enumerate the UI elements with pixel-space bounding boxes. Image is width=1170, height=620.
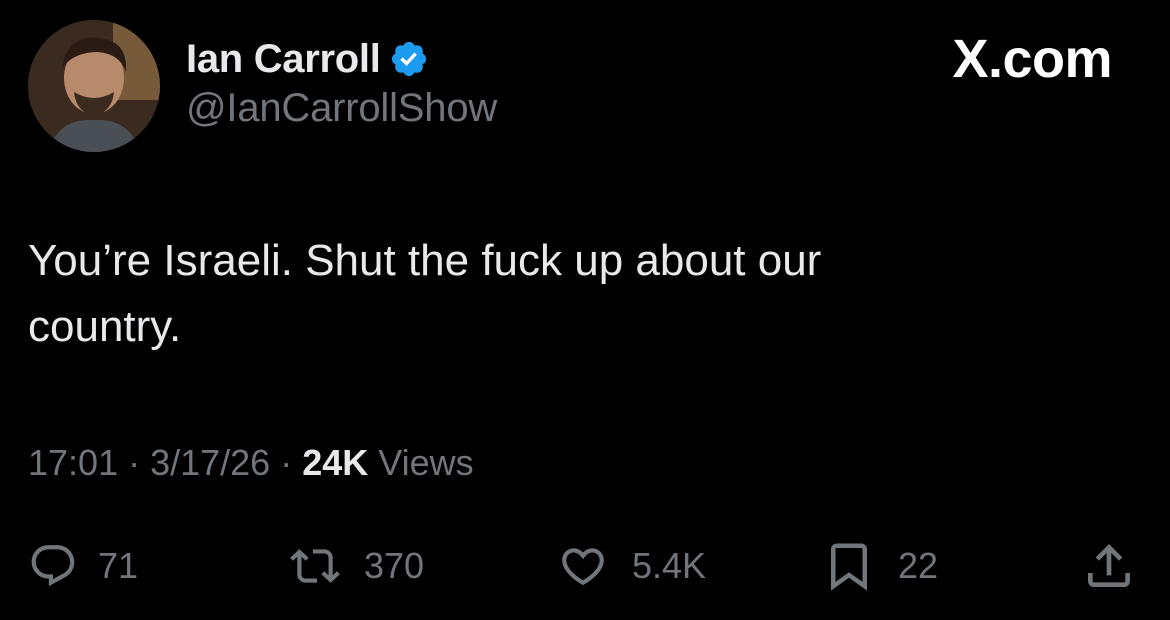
bookmark-icon [831, 543, 867, 591]
tweet-date[interactable]: 3/17/26 [150, 442, 270, 484]
reply-count: 71 [98, 545, 139, 586]
tweet-actions: 71 370 5.4K 22 [0, 534, 1170, 598]
repost-count: 370 [364, 545, 425, 586]
like-count: 5.4K [632, 545, 707, 586]
author-display-name[interactable]: Ian Carroll [186, 37, 381, 82]
views-label: Views [378, 442, 474, 483]
heart-icon [562, 548, 604, 586]
avatar-photo [28, 20, 160, 152]
avatar[interactable] [28, 20, 160, 152]
reply-icon [31, 545, 75, 587]
meta-separator: · [128, 442, 141, 483]
brand-logo: X.com [952, 29, 1112, 89]
views-count: 24K [302, 442, 369, 483]
reply-button[interactable]: 71 [28, 534, 138, 598]
bookmark-button[interactable]: 22 [820, 534, 938, 598]
share-icon [1088, 544, 1130, 587]
tweet-text: You’re Israeli. Shut the fuck up about o… [28, 236, 822, 351]
meta-separator: · [280, 442, 293, 483]
tweet-meta: 17:01 · 3/17/26 · 24K Views [28, 442, 474, 484]
tweet-time[interactable]: 17:01 [28, 442, 118, 484]
verified-badge-icon [389, 39, 429, 79]
share-button[interactable] [1080, 534, 1138, 598]
bookmark-count: 22 [898, 545, 939, 586]
author-name-row: Ian Carroll [186, 32, 429, 86]
repost-icon [290, 549, 340, 583]
author-handle[interactable]: @IanCarrollShow [186, 86, 497, 131]
like-button[interactable]: 5.4K [554, 534, 706, 598]
repost-button[interactable]: 370 [286, 534, 424, 598]
